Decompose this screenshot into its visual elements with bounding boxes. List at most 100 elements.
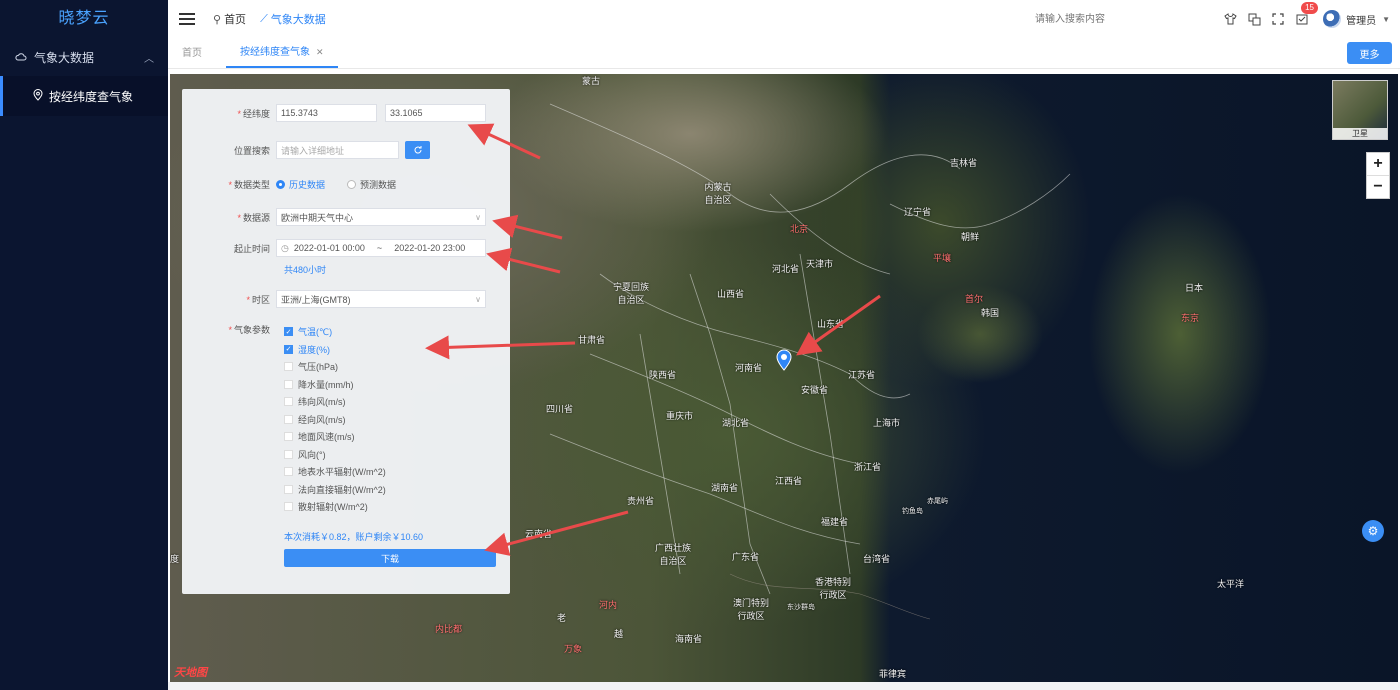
map-label: 北京 [790,224,809,234]
map-label: 海南省 [675,634,703,644]
map-label: 江苏省 [848,370,876,380]
breadcrumb-home-label: 首页 [224,14,247,26]
notification-badge: 15 [1301,2,1318,14]
chart-icon: ⟋ [260,12,268,25]
total-hours: 共480小时 [284,265,327,275]
chevron-down-icon: ∨ [475,294,481,304]
map-label: 山东省 [817,319,845,329]
param-label: 纬向风(m/s) [298,397,346,407]
location-marker-icon[interactable] [776,349,792,371]
map-label: 台湾省 [863,554,891,564]
map-label: 安徽省 [801,385,829,395]
map-label: 韩国 [981,308,1000,318]
map-label: 钓鱼岛 [902,508,923,515]
map-label: 东沙群岛 [787,604,815,611]
map-label: 陕西省 [649,370,677,380]
map-label: 度 [170,554,180,564]
longitude-input[interactable]: 115.3743 [276,104,377,122]
param-checkbox[interactable]: 风向(°) [284,448,326,461]
more-button[interactable]: 更多 [1347,42,1392,64]
map-label: 吉林省 [950,158,978,168]
map-label: 上海市 [873,418,901,428]
checkbox-empty-icon [284,484,293,494]
param-checkbox[interactable]: 散射辐射(W/m^2) [284,500,368,513]
map-label: 东京 [1181,313,1200,323]
map-label: 越 [614,629,624,639]
avatar[interactable] [1323,10,1342,28]
zoom-in-button[interactable]: + [1367,153,1389,175]
settings-fab-icon[interactable]: ⚙ [1362,520,1384,542]
map-label: 内比都 [435,624,463,634]
timezone-select[interactable]: 亚洲/上海(GMT8) ∨ [276,290,486,308]
layer-switcher[interactable]: 卫星 [1332,80,1388,140]
latitude-input[interactable]: 33.1065 [385,104,486,122]
download-button[interactable]: 下载 [284,549,496,567]
notification-icon[interactable]: 15 [1291,2,1318,30]
checkbox-checked-icon: ✓ [284,344,293,354]
chevron-down-icon: ∨ [475,212,481,222]
zoom-control: + − [1366,152,1390,199]
param-label: 地面风速(m/s) [298,432,355,442]
map-label: 河南省 [735,363,763,373]
time-range-label: 起止时间 [233,243,270,254]
param-checkbox[interactable]: 经向风(m/s) [284,413,346,426]
tab-home[interactable]: 首页 [168,40,216,68]
fullscreen-icon[interactable] [1267,8,1289,30]
map-label: 蒙古 [582,76,601,86]
param-checkbox[interactable]: 气压(hPa) [284,360,338,373]
translate-icon[interactable] [1243,8,1265,30]
zoom-out-button[interactable]: − [1367,175,1389,198]
map-label: 广东省 [732,552,760,562]
map-label: 首尔 [965,294,984,304]
menu-toggle-icon[interactable] [179,13,195,25]
sidebar-group-label: 气象大数据 [34,50,95,65]
tab-latlng-weather[interactable]: 按经纬度查气象 ✕ [226,38,338,68]
breadcrumb-current[interactable]: ⟋ 气象大数据 [260,11,326,27]
radio-forecast-data[interactable]: 预测数据 [347,178,396,191]
map-label: 四川省 [546,404,574,414]
address-search-button[interactable] [405,141,430,159]
param-checkbox[interactable]: 纬向风(m/s) [284,395,346,408]
address-input[interactable]: 请输入详细地址 [276,141,399,159]
tianditu-watermark: 天地图 [174,667,207,679]
checkbox-empty-icon [284,432,293,441]
param-checkbox[interactable]: 地表水平辐射(W/m^2) [284,465,386,478]
start-time: 2022-01-01 00:00 [293,243,365,253]
map-label: 香港特别行政区 [814,577,851,600]
footer-strip [168,682,1400,690]
breadcrumb-home[interactable]: ⚲ 首页 [213,11,246,27]
sidebar: 晓梦云 气象大数据 ︿ 按经纬度查气象 [0,0,168,690]
map-label: 贵州省 [627,496,655,506]
param-checkbox[interactable]: 地面风速(m/s) [284,430,355,443]
param-label: 气压(hPa) [298,362,339,372]
param-checkbox[interactable]: 法向直接辐射(W/m^2) [284,483,386,496]
map-label: 万象 [564,644,583,654]
end-time: 2022-01-20 23:00 [394,243,466,253]
date-range-picker[interactable]: ◷ 2022-01-01 00:00 ~ 2022-01-20 23:00 [276,239,486,257]
search-input[interactable] [1033,13,1197,26]
map-label: 澳门特别行政区 [732,598,769,621]
sidebar-group-weather-data[interactable]: 气象大数据 ︿ [0,38,168,76]
theme-shirt-icon[interactable] [1219,8,1241,30]
app-logo: 晓梦云 [58,10,110,27]
param-label: 地表水平辐射(W/m^2) [298,467,386,477]
caret-down-icon[interactable]: ▼ [1382,15,1390,24]
param-checkbox[interactable]: 降水量(mm/h) [284,378,354,391]
query-form-panel: * 经纬度 115.3743 33.1065 位置搜索 请输入详细地址 * 数据类型… [182,89,510,594]
latlng-label: * 经纬度 [237,108,270,119]
cost-info: 本次消耗￥0.82，账户剩余￥10.60 [284,532,424,542]
user-name[interactable]: 管理员 [1346,12,1376,27]
param-checkbox[interactable]: ✓ 气温(℃) [284,325,332,338]
map-label: 湖南省 [711,483,739,493]
close-icon[interactable]: ✕ [316,47,324,57]
home-link-icon: ⚲ [213,13,222,26]
map-label: 日本 [1185,283,1204,293]
checkbox-empty-icon [284,414,293,424]
sidebar-item-latlng-weather[interactable]: 按经纬度查气象 [0,76,168,116]
top-header: ⚲ 首页 ⟋ 气象大数据 15 管理员 ▼ [168,0,1400,39]
tab-bar: 首页 按经纬度查气象 ✕ 更多 [168,38,1400,69]
param-checkbox[interactable]: ✓ 湿度(%) [284,343,330,356]
radio-history-data[interactable]: 历史数据 [276,178,325,191]
map-label: 宁夏回族自治区 [612,282,649,305]
source-select[interactable]: 欧洲中期天气中心 ∨ [276,208,486,226]
